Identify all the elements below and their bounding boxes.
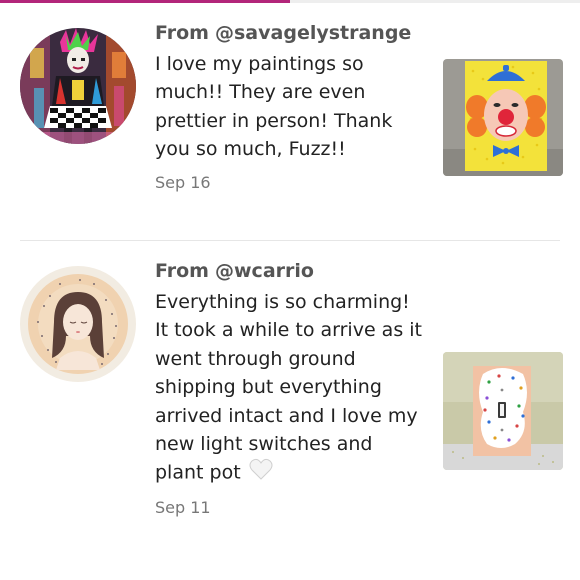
- review-text: I love my paintings so much!! They are e…: [155, 53, 393, 161]
- review-date: Sep 11: [155, 497, 211, 517]
- reviewer-username-link[interactable]: @wcarrio: [215, 260, 314, 282]
- review-divider: [20, 240, 560, 241]
- reviewer-avatar[interactable]: [20, 266, 136, 382]
- illustrated-girl-avatar-icon: [20, 266, 136, 382]
- review-item: From @wcarrio Everything is so charming! …: [0, 258, 580, 580]
- from-label: From: [155, 260, 209, 282]
- review-from-line: From @wcarrio: [155, 258, 423, 284]
- from-label: From: [155, 22, 209, 44]
- review-text: Everything is so charming! It took a whi…: [155, 291, 422, 485]
- reviewer-avatar[interactable]: [20, 28, 136, 144]
- clown-painting-thumbnail-icon: [443, 59, 563, 176]
- review-text-block: Everything is so charming! It took a whi…: [155, 288, 423, 489]
- review-content: From @savagelystrange I love my paintings…: [155, 20, 423, 194]
- light-switch-plate-thumbnail-icon: [443, 352, 563, 470]
- punk-art-avatar-icon: [20, 28, 136, 144]
- review-photo-thumbnail[interactable]: [443, 59, 563, 176]
- reviews-page: From @savagelystrange I love my paintings…: [0, 0, 580, 580]
- reviewer-username-link[interactable]: @savagelystrange: [215, 22, 411, 44]
- review-from-line: From @savagelystrange: [155, 20, 423, 46]
- review-item: From @savagelystrange I love my paintings…: [0, 20, 580, 240]
- review-date: Sep 16: [155, 172, 211, 192]
- review-content: From @wcarrio Everything is so charming! …: [155, 258, 423, 519]
- white-heart-icon: [249, 458, 273, 488]
- review-photo-thumbnail[interactable]: [443, 352, 563, 470]
- active-tab-indicator: [0, 0, 290, 3]
